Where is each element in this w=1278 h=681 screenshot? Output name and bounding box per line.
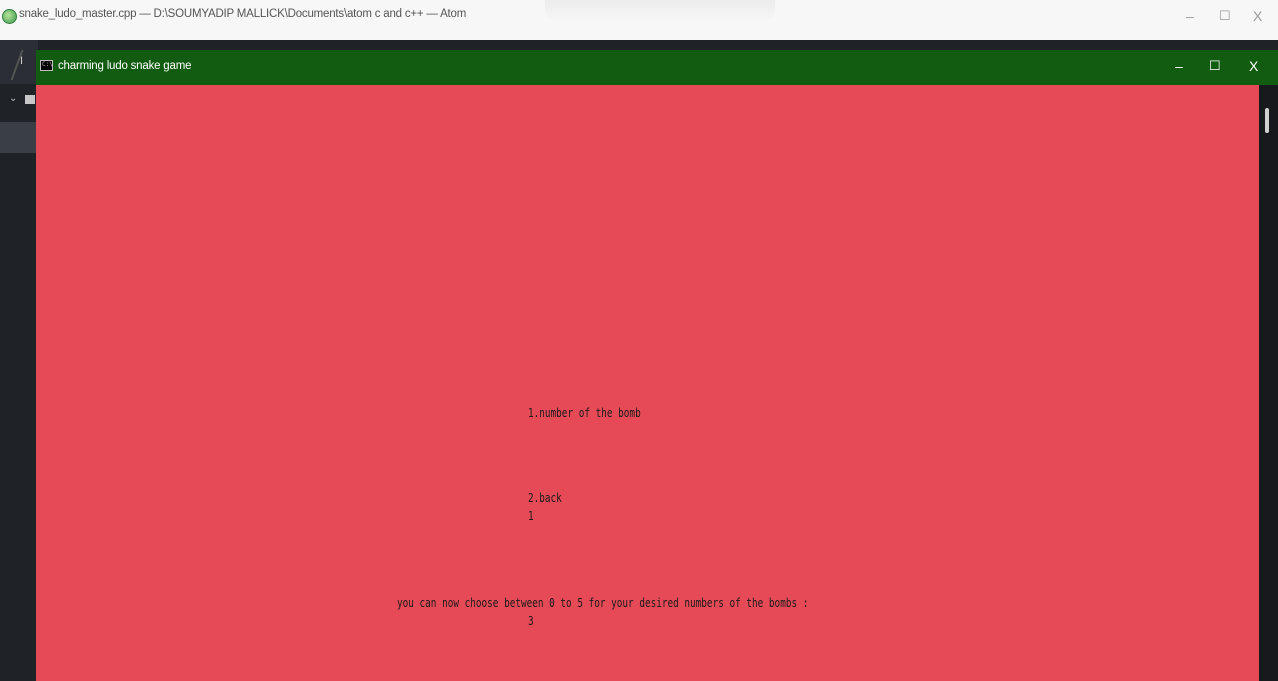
titlebar-shadow	[545, 0, 775, 22]
atom-minimize-button[interactable]: –	[1186, 8, 1194, 24]
tree-view-selected-item[interactable]	[0, 122, 36, 153]
atom-window-title: snake_ludo_master.cpp — D:\SOUMYADIP MAL…	[19, 8, 467, 20]
console-window-title: charming ludo snake game	[58, 60, 192, 72]
console-app-icon: C:\	[40, 60, 53, 71]
bomb-count-input-value[interactable]: 3	[528, 614, 534, 628]
atom-maximize-button[interactable]: ☐	[1219, 8, 1231, 24]
scrollbar-thumb[interactable]	[1265, 108, 1269, 133]
chevron-down-icon[interactable]: ⌄	[9, 93, 17, 104]
folder-icon[interactable]	[25, 95, 35, 104]
console-maximize-button[interactable]: ☐	[1209, 58, 1221, 74]
menu-option-back: 2.back	[528, 491, 562, 505]
user-choice-value: 1	[528, 509, 534, 523]
console-close-button[interactable]: X	[1249, 58, 1258, 74]
editor-right-panel	[1259, 84, 1278, 681]
console-minimize-button[interactable]: –	[1175, 58, 1183, 74]
console-window[interactable]	[36, 50, 1259, 681]
console-titlebar[interactable]	[36, 50, 1278, 85]
atom-logo-icon	[2, 9, 17, 24]
atom-close-button[interactable]: X	[1253, 8, 1262, 24]
tab-label: I	[20, 55, 24, 67]
menu-option-number-of-bombs: 1.number of the bomb	[528, 406, 641, 420]
bomb-count-prompt: you can now choose between 0 to 5 for yo…	[397, 596, 809, 610]
